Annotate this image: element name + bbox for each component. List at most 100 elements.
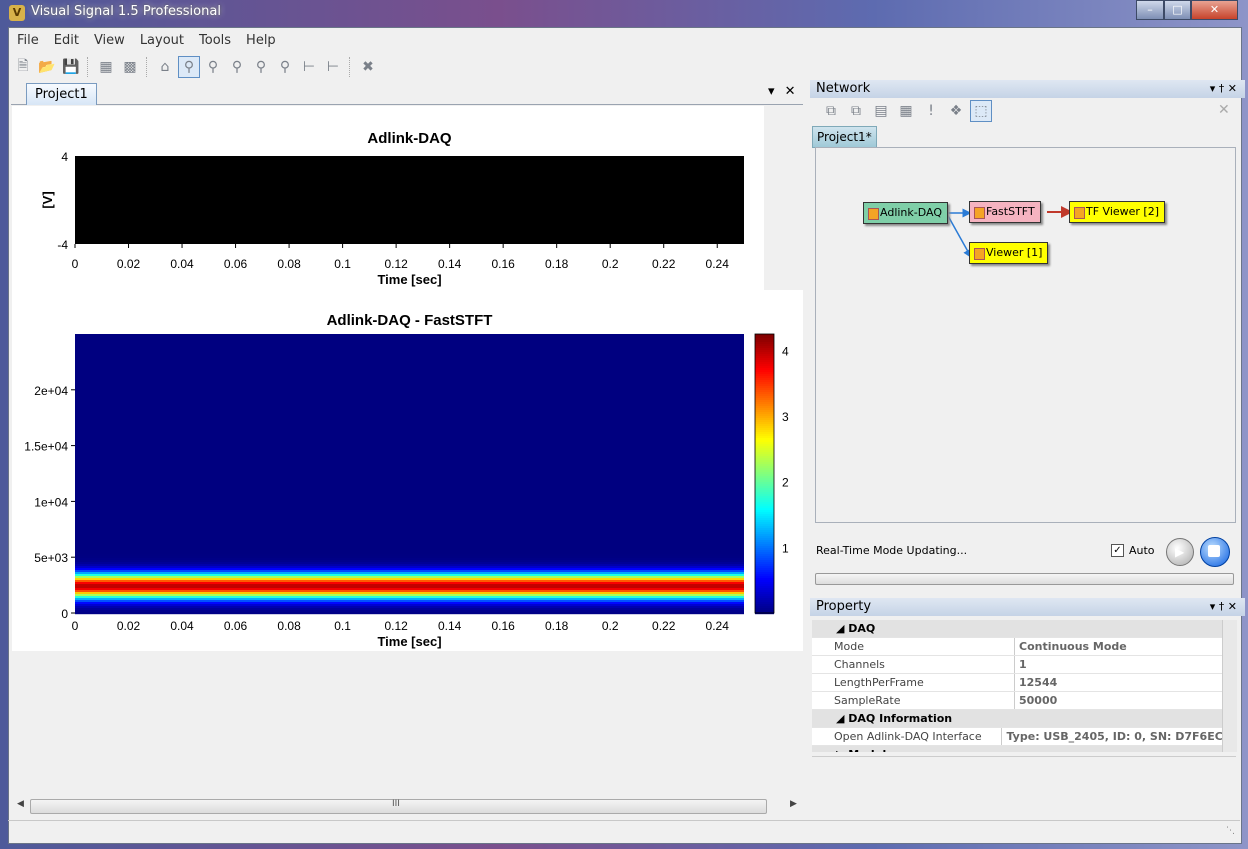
- heatmap-row: [75, 446, 744, 449]
- property-value[interactable]: 1: [1015, 656, 1027, 673]
- colorbar-tick-label: 2: [782, 476, 789, 490]
- heatmap-row: [75, 336, 744, 339]
- colorbar-segment: [755, 558, 774, 561]
- heatmap-row: [75, 498, 744, 501]
- colorbar-segment: [755, 394, 774, 397]
- colorbar-segment: [755, 462, 774, 465]
- heatmap-row: [75, 554, 744, 557]
- colorbar-segment: [755, 486, 774, 489]
- property-row[interactable]: LengthPerFrame 12544: [812, 674, 1222, 692]
- heatmap-row: [75, 424, 744, 427]
- heatmap-row: [75, 540, 744, 543]
- property-category[interactable]: ◢ DAQ Information: [812, 710, 1222, 728]
- colorbar-segment: [755, 504, 774, 507]
- colorbar-segment: [755, 408, 774, 411]
- colorbar-segment: [755, 356, 774, 359]
- heatmap-row: [75, 598, 744, 601]
- heatmap-row: [75, 448, 744, 451]
- heatmap-row: [75, 418, 744, 421]
- colorbar-segment: [755, 350, 774, 353]
- scroll-left-icon[interactable]: ◀: [17, 799, 24, 809]
- heatmap-row: [75, 600, 744, 603]
- colorbar-segment: [755, 344, 774, 347]
- colorbar-segment: [755, 432, 774, 435]
- heatmap-row: [75, 490, 744, 493]
- property-category[interactable]: ◢ DAQ: [812, 620, 1222, 638]
- property-value[interactable]: 12544: [1015, 674, 1057, 691]
- property-row[interactable]: Open Adlink-DAQ Interface Type: USB_2405,…: [812, 728, 1222, 746]
- heatmap-row: [75, 436, 744, 439]
- property-panel-header: Property ▾ † ✕: [810, 598, 1245, 616]
- colorbar-segment: [755, 452, 774, 455]
- colorbar-segment: [755, 578, 774, 581]
- node-tf-viewer[interactable]: TF Viewer [2]: [1069, 201, 1166, 223]
- colorbar-segment: [755, 508, 774, 511]
- heatmap-row: [75, 486, 744, 489]
- node-faststft[interactable]: FastSTFT: [969, 201, 1041, 223]
- heatmap-row: [75, 520, 744, 523]
- colorbar-segment: [755, 336, 774, 339]
- colorbar-segment: [755, 338, 774, 341]
- node-viewer[interactable]: Viewer [1]: [969, 242, 1049, 264]
- plot2-xtick-label: 0.14: [438, 619, 462, 633]
- heatmap-row: [75, 472, 744, 475]
- property-row[interactable]: SampleRate 50000: [812, 692, 1222, 710]
- colorbar-segment: [755, 366, 774, 369]
- colorbar-segment: [755, 484, 774, 487]
- heatmap-row: [75, 430, 744, 433]
- colorbar-segment: [755, 522, 774, 525]
- colorbar-segment: [755, 494, 774, 497]
- heatmap-row: [75, 586, 744, 589]
- colorbar-segment: [755, 456, 774, 459]
- property-scrollbar[interactable]: [1222, 620, 1237, 752]
- heatmap-row: [75, 510, 744, 513]
- plot2-xtick-label: 0.18: [545, 619, 569, 633]
- property-value[interactable]: Continuous Mode: [1015, 638, 1127, 655]
- property-category[interactable]: ▷ Module: [812, 746, 1222, 752]
- node-adlink-daq[interactable]: Adlink-DAQ: [863, 202, 949, 224]
- property-value[interactable]: Type: USB_2405, ID: 0, SN: D7F6EC10: [1002, 728, 1222, 745]
- scroll-right-icon[interactable]: ▶: [790, 799, 797, 809]
- colorbar-segment: [755, 532, 774, 535]
- heatmap-row: [75, 580, 744, 583]
- heatmap-row: [75, 588, 744, 591]
- heatmap-row: [75, 394, 744, 397]
- colorbar-segment: [755, 358, 774, 361]
- property-row[interactable]: Channels 1: [812, 656, 1222, 674]
- resize-grip-icon[interactable]: ⋱: [1226, 826, 1235, 836]
- property-row[interactable]: Mode Continuous Mode: [812, 638, 1222, 656]
- colorbar-segment: [755, 416, 774, 419]
- heatmap-row: [75, 352, 744, 355]
- property-name: Open Adlink-DAQ Interface: [812, 728, 1003, 745]
- colorbar-segment: [755, 502, 774, 505]
- heatmap-row: [75, 476, 744, 479]
- heatmap-row: [75, 416, 744, 419]
- heatmap-row: [75, 502, 744, 505]
- plot2-xtick-label: 0.16: [491, 619, 515, 633]
- heatmap-row: [75, 374, 744, 377]
- colorbar-segment: [755, 528, 774, 531]
- heatmap-row: [75, 478, 744, 481]
- property-value[interactable]: 50000: [1015, 692, 1057, 709]
- auto-checkbox[interactable]: ✓: [1111, 544, 1124, 557]
- colorbar-segment: [755, 492, 774, 495]
- heatmap-row: [75, 572, 744, 575]
- colorbar-segment: [755, 418, 774, 421]
- colorbar-segment: [755, 368, 774, 371]
- property-panel-buttons[interactable]: ▾ † ✕: [1210, 598, 1237, 616]
- heatmap-row: [75, 558, 744, 561]
- colorbar-segment: [755, 498, 774, 501]
- colorbar-segment: [755, 430, 774, 433]
- heatmap-row: [75, 354, 744, 357]
- colorbar-segment: [755, 580, 774, 583]
- colorbar-segment: [755, 566, 774, 569]
- colorbar-segment: [755, 450, 774, 453]
- heatmap-row: [75, 532, 744, 535]
- colorbar-segment: [755, 490, 774, 493]
- heatmap-row: [75, 346, 744, 349]
- colorbar-segment: [755, 570, 774, 573]
- colorbar-segment: [755, 370, 774, 373]
- heatmap-row: [75, 404, 744, 407]
- heatmap-row: [75, 342, 744, 345]
- heatmap-row: [75, 390, 744, 393]
